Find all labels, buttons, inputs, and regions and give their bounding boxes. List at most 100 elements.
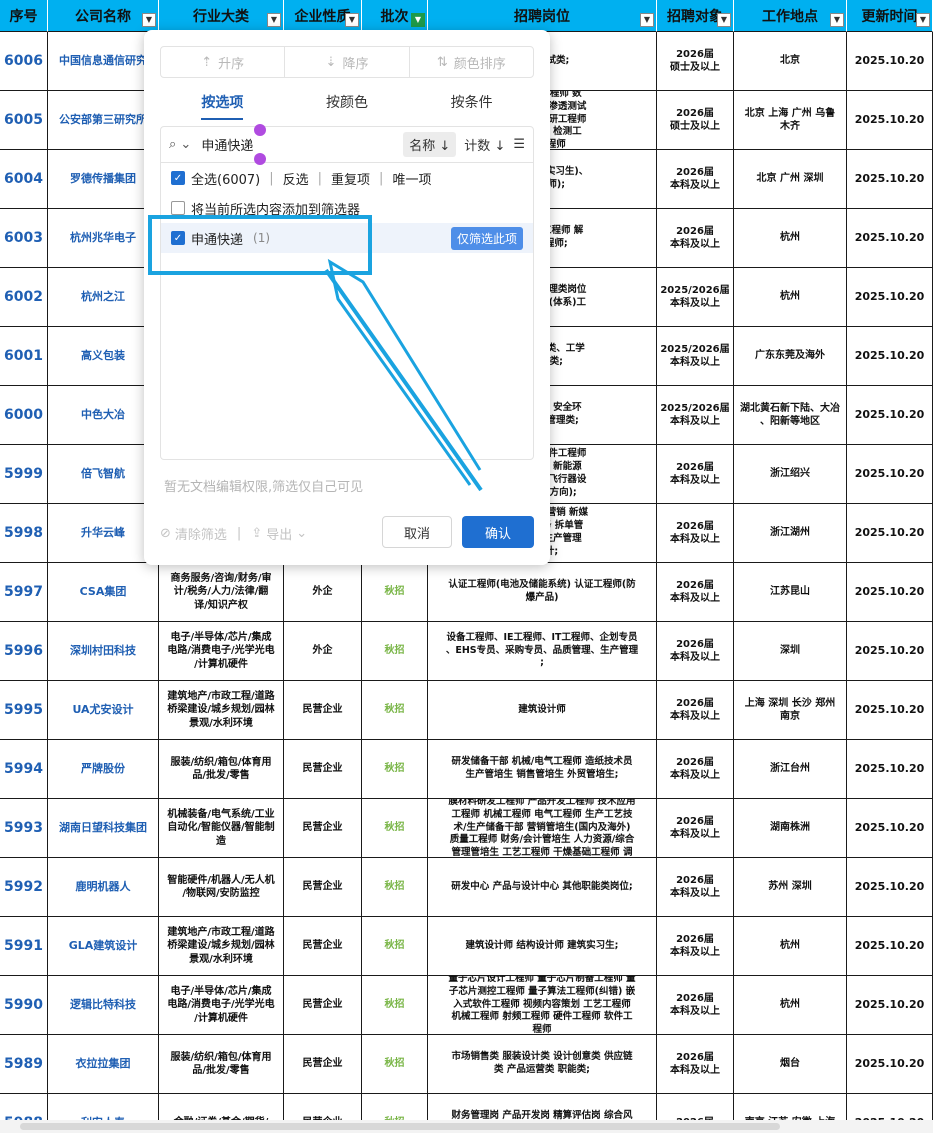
cell-industry[interactable]: 服装/纺织/箱包/体育用 品/批发/零售	[159, 1035, 284, 1093]
cell-date[interactable]: 2025.10.20	[847, 563, 933, 621]
cell-target[interactable]: 2026届 本科及以上	[657, 858, 734, 916]
cell-company[interactable]: CSA集团	[48, 563, 159, 621]
sort-color-button[interactable]: ⇅ 颜色排序	[410, 47, 533, 77]
cell-id[interactable]: 5989	[0, 1035, 48, 1093]
cell-date[interactable]: 2025.10.20	[847, 91, 933, 149]
header-date[interactable]: 更新时间 ▼	[847, 0, 933, 32]
cell-id[interactable]: 6002	[0, 268, 48, 326]
cell-location[interactable]: 上海 深圳 长沙 郑州 南京	[734, 681, 847, 739]
cell-target[interactable]: 2025/2026届 本科及以上	[657, 386, 734, 444]
cell-target[interactable]: 2026届 硕士及以上	[657, 91, 734, 149]
cell-company[interactable]: 利安人寿	[48, 1094, 159, 1120]
cell-type[interactable]: 民营企业	[284, 681, 362, 739]
cell-type[interactable]: 外企	[284, 563, 362, 621]
cell-location[interactable]: 杭州	[734, 268, 847, 326]
cell-target[interactable]: 2026届 本科及以上	[657, 1035, 734, 1093]
cell-position[interactable]: 财务管理岗 产品开发岗 精算评估岗 综合风 险管理岗 理赔岗/合规岗 软件开发岗…	[428, 1094, 657, 1120]
cell-target[interactable]: 2026届 本科及以上	[657, 563, 734, 621]
cell-type[interactable]: 民营企业	[284, 799, 362, 857]
cell-id[interactable]: 5995	[0, 681, 48, 739]
cell-company[interactable]: 升华云峰	[48, 504, 159, 562]
cell-batch[interactable]: 秋招	[362, 563, 428, 621]
cancel-button[interactable]: 取消	[382, 516, 452, 548]
cell-company[interactable]: 高义包装	[48, 327, 159, 385]
cell-target[interactable]: 2026届 本科及以上	[657, 622, 734, 680]
cell-id[interactable]: 6004	[0, 150, 48, 208]
cell-company[interactable]: 逻辑比特科技	[48, 976, 159, 1034]
cell-target[interactable]: 2026届 本科及以上	[657, 681, 734, 739]
cell-location[interactable]: 杭州	[734, 209, 847, 267]
cell-industry[interactable]: 电子/半导体/芯片/集成 电路/消费电子/光学光电 /计算机硬件	[159, 622, 284, 680]
filter-dropdown-icon[interactable]: ▼	[717, 13, 731, 27]
cell-company[interactable]: 鹿明机器人	[48, 858, 159, 916]
cell-date[interactable]: 2025.10.20	[847, 1035, 933, 1093]
header-location[interactable]: 工作地点 ▼	[734, 0, 847, 32]
clear-filter-button[interactable]: ⊘ 清除筛选	[160, 524, 227, 543]
table-row[interactable]: 5994 严牌股份 服装/纺织/箱包/体育用 品/批发/零售 民营企业 秋招 研发储备干部…	[0, 740, 933, 799]
cell-type[interactable]: 外企	[284, 622, 362, 680]
cell-type[interactable]: 民营企业	[284, 917, 362, 975]
cell-date[interactable]: 2025.10.20	[847, 917, 933, 975]
cell-id[interactable]: 5998	[0, 504, 48, 562]
cell-company[interactable]: 深圳村田科技	[48, 622, 159, 680]
header-batch[interactable]: 批次 ▼	[362, 0, 428, 32]
cell-batch[interactable]: 秋招	[362, 799, 428, 857]
cell-id[interactable]: 5990	[0, 976, 48, 1034]
cell-location[interactable]: 浙江湖州	[734, 504, 847, 562]
cell-date[interactable]: 2025.10.20	[847, 504, 933, 562]
cell-id[interactable]: 5993	[0, 799, 48, 857]
cell-position[interactable]: 膜材料研发工程师 产品开发工程师 技术应用 工程师 机械工程师 电气工程师 生产…	[428, 799, 657, 857]
cell-location[interactable]: 广东东莞及海外	[734, 327, 847, 385]
cell-position[interactable]: 研发中心 产品与设计中心 其他职能类岗位;	[428, 858, 657, 916]
cell-target[interactable]: 2026届 硕士及以上	[657, 32, 734, 90]
cell-batch[interactable]: 秋招	[362, 622, 428, 680]
sort-by-count-button[interactable]: 计数 ↓	[464, 135, 505, 154]
cell-date[interactable]: 2025.10.20	[847, 268, 933, 326]
header-company[interactable]: 公司名称 ▼	[48, 0, 159, 32]
cell-id[interactable]: 5991	[0, 917, 48, 975]
cell-date[interactable]: 2025.10.20	[847, 976, 933, 1034]
cell-date[interactable]: 2025.10.20	[847, 32, 933, 90]
cell-id[interactable]: 5997	[0, 563, 48, 621]
cell-batch[interactable]: 秋招	[362, 917, 428, 975]
invert-button[interactable]: 反选	[283, 169, 309, 188]
cell-type[interactable]: 民营企业	[284, 858, 362, 916]
cell-id[interactable]: 5992	[0, 858, 48, 916]
filter-dropdown-icon[interactable]: ▼	[345, 13, 359, 27]
cell-target[interactable]: 2026届 本科及以上	[657, 917, 734, 975]
header-type[interactable]: 企业性质 ▼	[284, 0, 362, 32]
cell-batch[interactable]: 秋招	[362, 1094, 428, 1120]
table-row[interactable]: 5995 UA尤安设计 建筑地产/市政工程/道路 桥梁建设/城乡规划/园林 景观/水…	[0, 681, 933, 740]
option-checkbox[interactable]: ✓	[171, 231, 185, 245]
cell-location[interactable]: 北京	[734, 32, 847, 90]
cell-id[interactable]: 5988	[0, 1094, 48, 1120]
filter-only-this-button[interactable]: 仅筛选此项	[450, 226, 523, 250]
cell-id[interactable]: 6006	[0, 32, 48, 90]
header-industry[interactable]: 行业大类 ▼	[159, 0, 284, 32]
header-position[interactable]: 招聘岗位 ▼	[428, 0, 657, 32]
cell-type[interactable]: 民营企业	[284, 1035, 362, 1093]
cell-location[interactable]: 浙江台州	[734, 740, 847, 798]
cell-industry[interactable]: 电子/半导体/芯片/集成 电路/消费电子/光学光电 /计算机硬件	[159, 976, 284, 1034]
cell-industry[interactable]: 金融/证券/基金/期货/	[159, 1094, 284, 1120]
select-all-checkbox[interactable]: ✓	[171, 171, 185, 185]
cell-date[interactable]: 2025.10.20	[847, 386, 933, 444]
cell-target[interactable]: 2026届 本科及以上	[657, 740, 734, 798]
cell-company[interactable]: UA尤安设计	[48, 681, 159, 739]
confirm-button[interactable]: 确认	[462, 516, 534, 548]
filter-dropdown-icon[interactable]: ▼	[830, 13, 844, 27]
cell-id[interactable]: 5999	[0, 445, 48, 503]
cell-company[interactable]: GLA建筑设计	[48, 917, 159, 975]
cell-batch[interactable]: 秋招	[362, 1035, 428, 1093]
cell-industry[interactable]: 服装/纺织/箱包/体育用 品/批发/零售	[159, 740, 284, 798]
add-to-filter-checkbox[interactable]	[171, 201, 185, 215]
cell-date[interactable]: 2025.10.20	[847, 327, 933, 385]
filter-dropdown-icon[interactable]: ▼	[267, 13, 281, 27]
cell-date[interactable]: 2025.10.20	[847, 445, 933, 503]
horizontal-scrollbar[interactable]	[0, 1120, 933, 1133]
filter-dropdown-icon[interactable]: ▼	[640, 13, 654, 27]
cell-target[interactable]: 2026届 本科及以上	[657, 799, 734, 857]
table-row[interactable]: 5988利安人寿金融/证券/基金/期货/民营企业秋招财务管理岗 产品开发岗 精算…	[0, 1094, 933, 1120]
add-to-filter-label[interactable]: 将当前所选内容添加到筛选器	[191, 199, 360, 218]
cell-location[interactable]: 深圳	[734, 622, 847, 680]
